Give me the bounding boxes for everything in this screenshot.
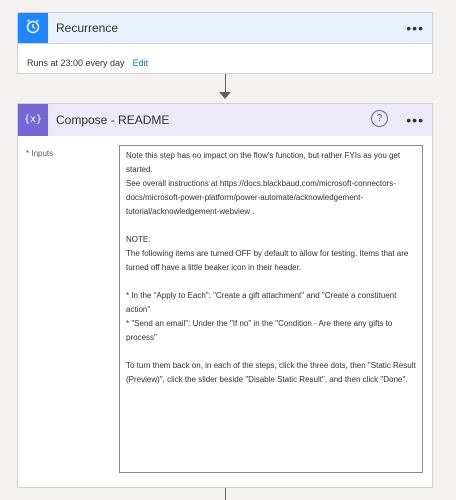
alarm-clock-icon: [25, 18, 41, 39]
recurrence-title: Recurrence: [56, 21, 119, 35]
recurrence-header[interactable]: Recurrence •••: [18, 13, 432, 44]
inputs-textarea[interactable]: Note this step has no impact on the flow…: [119, 145, 423, 473]
flow-arrow-icon: [219, 92, 231, 99]
svg-text:{x}: {x}: [25, 114, 41, 125]
required-marker: *: [26, 149, 30, 158]
compose-icon-box: {x}: [18, 104, 48, 136]
compose-title: Compose - README: [56, 113, 170, 127]
compose-more-options-button[interactable]: •••: [406, 112, 424, 128]
inputs-label-text: Inputs: [31, 149, 54, 158]
recurrence-summary: Runs at 23:00 every day: [27, 58, 125, 68]
recurrence-icon-box: [18, 13, 48, 43]
compose-header[interactable]: {x} Compose - README ? •••: [18, 104, 432, 136]
compose-body: * Inputs Note this step has no impact on…: [18, 136, 432, 482]
flow-connector-line: [225, 74, 226, 93]
help-info-icon[interactable]: ?: [371, 110, 388, 127]
inputs-label: * Inputs: [26, 149, 53, 158]
recurrence-edit-link[interactable]: Edit: [133, 58, 149, 68]
compose-card[interactable]: {x} Compose - README ? ••• * Inputs Note…: [17, 103, 433, 488]
flow-connector-line-bottom: [225, 488, 226, 500]
recurrence-card[interactable]: Recurrence ••• Runs at 23:00 every day E…: [17, 12, 433, 74]
compose-curly-braces-icon: {x}: [24, 111, 42, 130]
recurrence-more-options-button[interactable]: •••: [406, 20, 424, 36]
